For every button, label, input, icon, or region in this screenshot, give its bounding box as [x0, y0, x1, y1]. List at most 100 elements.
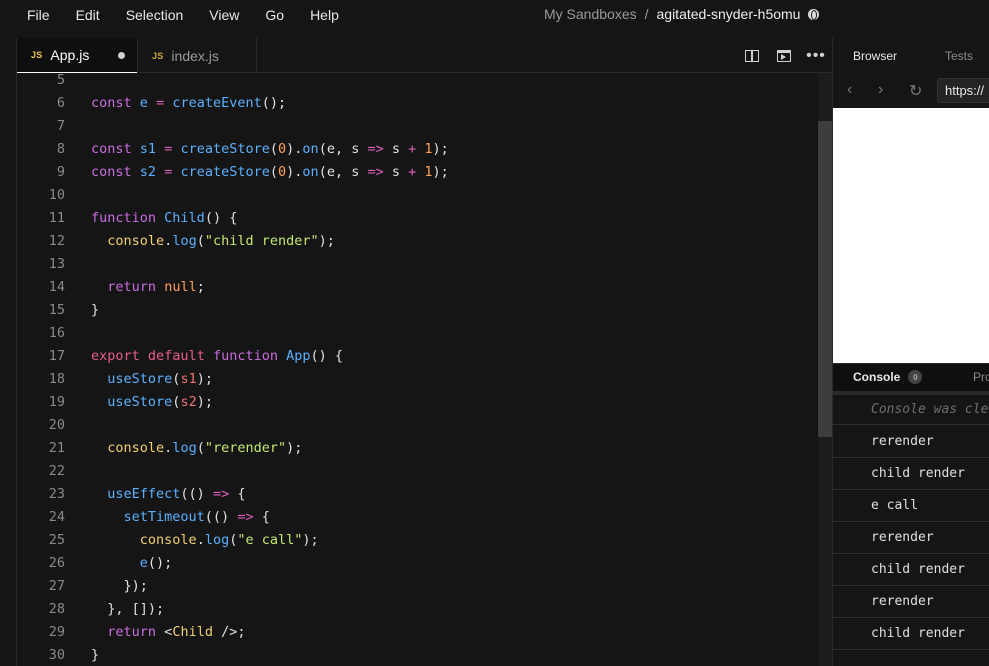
- console-log-entry: child render: [833, 618, 989, 650]
- menu-file[interactable]: File: [27, 7, 50, 23]
- line-number: 8: [56, 141, 65, 157]
- line-number: 14: [48, 279, 65, 295]
- code-editor[interactable]: 30} 29 return <Child />; 28 }, []); 27 }); 2…: [17, 73, 832, 666]
- console-log-entry: child render: [833, 458, 989, 490]
- editor-actions: •••: [736, 38, 832, 73]
- menu-go[interactable]: Go: [265, 7, 284, 23]
- line-number: 22: [48, 463, 65, 479]
- line-number: 12: [48, 233, 65, 249]
- code-line[interactable]: 17 export default function App() {: [17, 345, 817, 368]
- code-line[interactable]: 14 return null;: [17, 276, 817, 299]
- line-number: 26: [48, 555, 65, 571]
- editor-scrollbar[interactable]: [818, 73, 832, 666]
- code-line[interactable]: 22: [17, 460, 817, 483]
- code-text: }: [91, 647, 100, 663]
- editor-tab-bar: JS App.js JS index.js •••: [17, 38, 832, 73]
- menu-bar: File Edit Selection View Go Help: [0, 0, 989, 29]
- code-line[interactable]: 23 useEffect(() => {: [17, 483, 817, 506]
- reload-icon[interactable]: ↻: [909, 81, 922, 101]
- console-tab-label: Console: [853, 370, 901, 384]
- unsaved-dot-icon[interactable]: [118, 52, 125, 59]
- line-number: 27: [48, 578, 65, 594]
- tab-problems[interactable]: Pro: [973, 370, 989, 384]
- code-line[interactable]: 6 const e = createEvent();: [17, 92, 817, 115]
- line-number: 9: [56, 164, 65, 180]
- code-line[interactable]: 18 useStore(s1);: [17, 368, 817, 391]
- line-number: 29: [48, 624, 65, 640]
- tab-label: index.js: [171, 47, 219, 64]
- code-line[interactable]: 29 return <Child />;: [17, 621, 817, 644]
- breadcrumb-my-sandboxes[interactable]: My Sandboxes: [544, 6, 637, 22]
- more-icon: •••: [806, 46, 826, 64]
- js-file-icon: JS: [31, 50, 43, 60]
- code-text: setTimeout(() => {: [123, 509, 270, 525]
- code-line[interactable]: 28 }, []);: [17, 598, 817, 621]
- code-line[interactable]: 9 const s2 = createStore(0).on(e, s => s …: [17, 161, 817, 184]
- url-input[interactable]: https://: [937, 78, 989, 103]
- code-text: }, []);: [91, 601, 165, 617]
- code-text: useStore(s1);: [107, 371, 213, 387]
- code-line[interactable]: 27 });: [17, 575, 817, 598]
- code-line[interactable]: 30}: [17, 644, 817, 666]
- open-preview-icon: [777, 49, 791, 62]
- code-line[interactable]: 24 setTimeout(() => {: [17, 506, 817, 529]
- forward-icon[interactable]: ›: [878, 81, 883, 99]
- line-number: 25: [48, 532, 65, 548]
- tab-tests[interactable]: Tests: [945, 49, 973, 63]
- line-number: 7: [56, 118, 65, 134]
- code-text: e();: [139, 555, 173, 571]
- code-line[interactable]: 20: [17, 414, 817, 437]
- js-file-icon: JS: [152, 50, 164, 61]
- code-line[interactable]: 13: [17, 253, 817, 276]
- open-preview-button[interactable]: [768, 38, 800, 73]
- more-button[interactable]: •••: [800, 38, 832, 73]
- code-line[interactable]: 16: [17, 322, 817, 345]
- line-number: 13: [48, 256, 65, 272]
- code-text: const s2 = createStore(0).on(e, s => s +…: [91, 164, 449, 180]
- line-number: 24: [48, 509, 65, 525]
- line-number: 6: [56, 95, 65, 111]
- code-line[interactable]: 5: [17, 73, 817, 92]
- code-line[interactable]: 25 console.log("e call");: [17, 529, 817, 552]
- tab-console[interactable]: Console 0: [853, 370, 923, 384]
- code-line[interactable]: 7: [17, 115, 817, 138]
- console-log-entry: e call: [833, 490, 989, 522]
- split-view-icon: [745, 49, 759, 62]
- line-number: 28: [48, 601, 65, 617]
- tab-browser[interactable]: Browser: [853, 49, 897, 63]
- browser-preview[interactable]: [833, 108, 989, 363]
- back-icon[interactable]: ‹: [847, 81, 852, 99]
- line-number: 23: [48, 486, 65, 502]
- console-count-badge: 0: [908, 370, 923, 384]
- code-line[interactable]: 11 function Child() {: [17, 207, 817, 230]
- line-number: 10: [48, 187, 65, 203]
- browser-nav: ‹ › ↻ https://: [833, 73, 989, 108]
- code-line[interactable]: 26 e();: [17, 552, 817, 575]
- line-number: 20: [48, 417, 65, 433]
- code-text: useStore(s2);: [107, 394, 213, 410]
- code-line[interactable]: 8 const s1 = createStore(0).on(e, s => s …: [17, 138, 817, 161]
- console-log-entry: rerender: [833, 522, 989, 554]
- sandbox-name[interactable]: agitated-snyder-h5omu: [657, 6, 801, 22]
- code-line[interactable]: 10: [17, 184, 817, 207]
- code-text: }: [91, 302, 100, 318]
- line-number: 21: [48, 440, 65, 456]
- menu-selection[interactable]: Selection: [126, 7, 184, 23]
- code-line[interactable]: 19 useStore(s2);: [17, 391, 817, 414]
- code-line[interactable]: 15}: [17, 299, 817, 322]
- tab-label: App.js: [50, 47, 90, 63]
- tab-app-js[interactable]: JS App.js: [17, 38, 137, 73]
- menu-edit[interactable]: Edit: [76, 7, 100, 23]
- code-line[interactable]: 21 console.log("rerender");: [17, 437, 817, 460]
- code-line[interactable]: 12 console.log("child render");: [17, 230, 817, 253]
- code-text: useEffect(() => {: [107, 486, 246, 502]
- console-tab-bar: Console 0 Pro: [833, 363, 989, 391]
- tab-index-js[interactable]: JS index.js: [137, 38, 257, 73]
- split-view-button[interactable]: [736, 38, 768, 73]
- console-cleared-message: Console was cle: [833, 395, 989, 425]
- breadcrumb-separator: /: [644, 6, 649, 22]
- scrollbar-thumb[interactable]: [818, 121, 832, 437]
- menu-help[interactable]: Help: [310, 7, 339, 23]
- menu-view[interactable]: View: [209, 7, 239, 23]
- globe-icon[interactable]: [808, 8, 820, 20]
